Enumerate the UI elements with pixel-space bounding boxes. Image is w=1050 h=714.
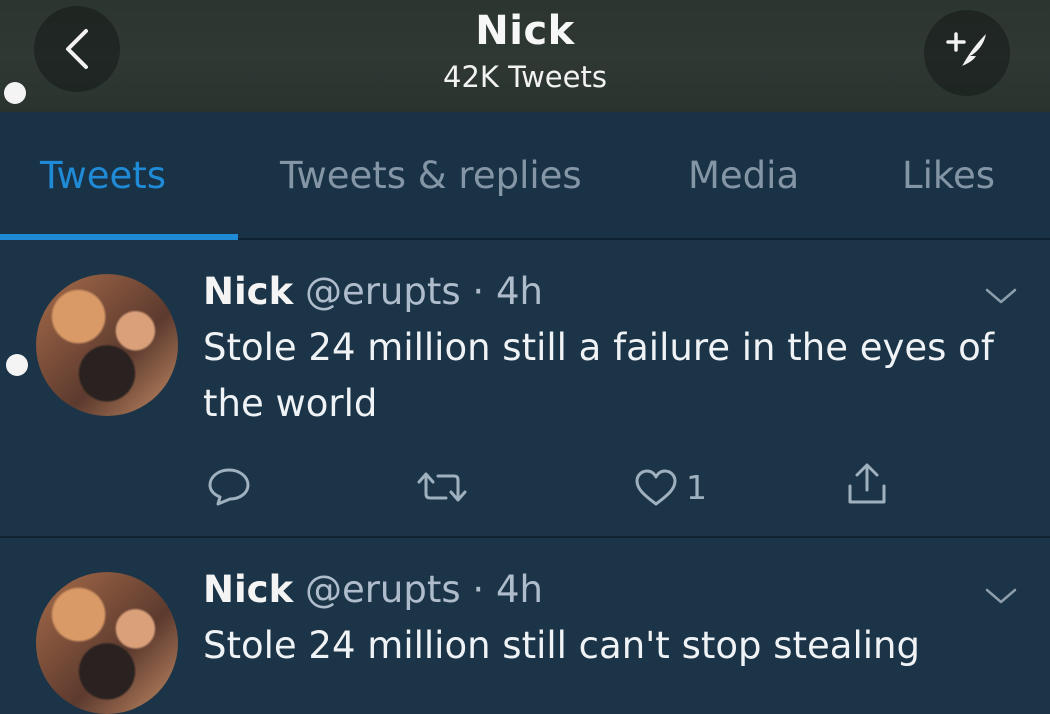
tweet-author-handle[interactable]: @erupts [305, 270, 461, 313]
share-upload-icon [848, 463, 886, 504]
chevron-down-icon[interactable] [984, 286, 1018, 306]
compose-tweet-button[interactable] [924, 10, 1010, 96]
tab-media[interactable]: Media [688, 154, 799, 197]
tweet-item[interactable]: Nick @erupts · 4h Stole 24 million still… [0, 240, 1050, 538]
tab-tweets-replies[interactable]: Tweets & replies [280, 154, 582, 197]
tweet-author-name[interactable]: Nick [203, 568, 293, 611]
tab-likes[interactable]: Likes [902, 154, 995, 197]
retweet-arrows-icon [417, 472, 467, 502]
tweet-time: · 4h [472, 568, 543, 611]
profile-name: Nick [475, 8, 575, 54]
tweet-time: · 4h [472, 270, 543, 313]
heart-icon [635, 469, 677, 505]
retweet-button[interactable] [416, 468, 468, 506]
like-button[interactable]: 1 [634, 468, 707, 507]
profile-tabs: Tweets Tweets & replies Media Likes [0, 112, 1050, 240]
recording-dot [6, 354, 28, 376]
chevron-down-icon[interactable] [984, 586, 1018, 606]
tweet-header: Nick @erupts · 4h [203, 270, 543, 313]
tweet-author-handle[interactable]: @erupts [305, 568, 461, 611]
profile-header: Nick 42K Tweets [0, 0, 1050, 112]
avatar[interactable] [36, 572, 178, 714]
tweet-header: Nick @erupts · 4h [203, 568, 543, 611]
like-count: 1 [686, 468, 707, 507]
reply-bubble-icon [208, 468, 250, 506]
reply-button[interactable] [206, 466, 252, 506]
compose-tweet-icon [946, 32, 986, 74]
tweet-count: 42K Tweets [443, 60, 607, 94]
tweet-author-name[interactable]: Nick [203, 270, 293, 313]
tweet-text: Stole 24 million still a failure in the … [203, 326, 994, 425]
avatar[interactable] [36, 274, 178, 416]
tweet-item[interactable]: Nick @erupts · 4h Stole 24 million still… [0, 538, 1050, 714]
share-button[interactable] [846, 462, 888, 506]
tab-tweets[interactable]: Tweets [40, 154, 166, 197]
tweet-text: Stole 24 million still can't stop steali… [203, 624, 920, 667]
